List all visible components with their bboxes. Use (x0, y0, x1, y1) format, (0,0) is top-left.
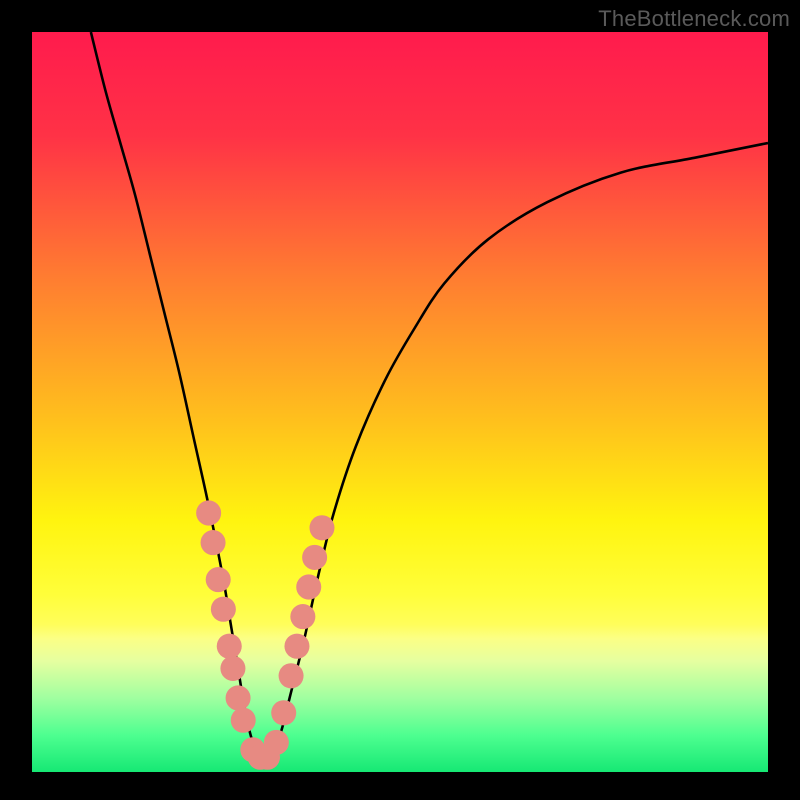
marker-dot (217, 634, 242, 659)
marker-dot (226, 685, 251, 710)
marker-dot (196, 500, 221, 525)
marker-dot (220, 656, 245, 681)
marker-dot (264, 730, 289, 755)
bottleneck-chart (32, 32, 768, 772)
marker-dot (231, 708, 256, 733)
marker-dot (296, 574, 321, 599)
marker-dot (302, 545, 327, 570)
marker-dot (284, 634, 309, 659)
marker-dot (290, 604, 315, 629)
marker-dot (211, 597, 236, 622)
gradient-background (32, 32, 768, 772)
marker-dot (271, 700, 296, 725)
watermark-text: TheBottleneck.com (598, 6, 790, 32)
marker-dot (201, 530, 226, 555)
marker-dot (309, 515, 334, 540)
marker-dot (279, 663, 304, 688)
chart-frame: TheBottleneck.com (0, 0, 800, 800)
marker-dot (206, 567, 231, 592)
plot-area (32, 32, 768, 772)
